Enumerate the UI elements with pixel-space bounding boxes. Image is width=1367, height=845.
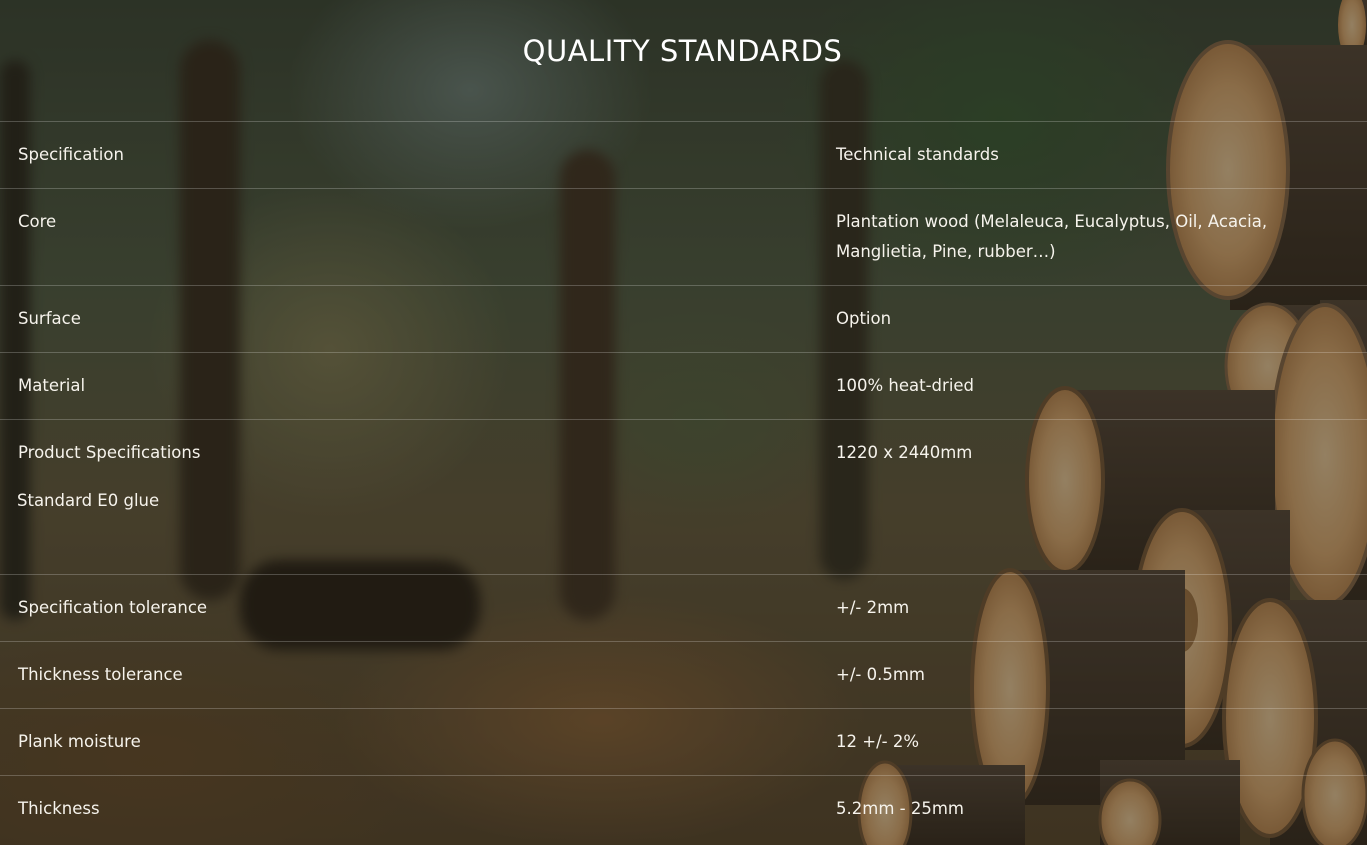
row-label: Plank moisture	[18, 732, 141, 751]
row-label: Specification	[18, 145, 124, 164]
section-title: QUALITY STANDARDS	[522, 34, 843, 68]
row-label: Standard E0 glue	[17, 490, 160, 510]
row-label: Thickness	[18, 799, 100, 818]
table-row: Material 100% heat-dried	[0, 352, 1367, 420]
row-value: +/- 2mm	[836, 598, 910, 617]
row-value: +/- 0.5mm	[836, 665, 925, 684]
table-row: Thickness tolerance +/- 0.5mm	[0, 641, 1367, 709]
row-value: 12 +/- 2%	[836, 732, 919, 751]
row-label: Material	[18, 376, 86, 395]
table-row: Surface Option	[0, 285, 1367, 353]
row-label: Product Specifications	[18, 443, 201, 462]
quality-standards-section: QUALITY STANDARDS Specification Technica…	[0, 0, 1367, 845]
specifications-table: Specification Technical standards Core P…	[0, 121, 1367, 841]
table-row: Specification tolerance +/- 2mm	[0, 574, 1367, 642]
table-row: Thickness 5.2mm - 25mm	[0, 775, 1367, 841]
row-label: Thickness tolerance	[18, 665, 183, 684]
row-label: Core	[18, 212, 57, 231]
row-value: 5.2mm - 25mm	[836, 799, 964, 818]
row-value: 100% heat-dried	[836, 376, 975, 395]
row-value: Option	[836, 309, 892, 328]
table-row: Specification Technical standards	[0, 121, 1367, 189]
table-row: Product Specifications 1220 x 2440mm	[0, 419, 1367, 486]
table-row: Plank moisture 12 +/- 2%	[0, 708, 1367, 776]
row-value: Plantation wood (Melaleuca, Eucalyptus, …	[836, 212, 1268, 261]
row-value: 1220 x 2440mm	[836, 443, 973, 462]
row-label: Specification tolerance	[18, 598, 208, 617]
table-row: Standard E0 glue	[0, 486, 1367, 575]
row-value: Technical standards	[836, 145, 999, 164]
row-label: Surface	[18, 309, 81, 328]
table-row: Core Plantation wood (Melaleuca, Eucalyp…	[0, 188, 1367, 286]
